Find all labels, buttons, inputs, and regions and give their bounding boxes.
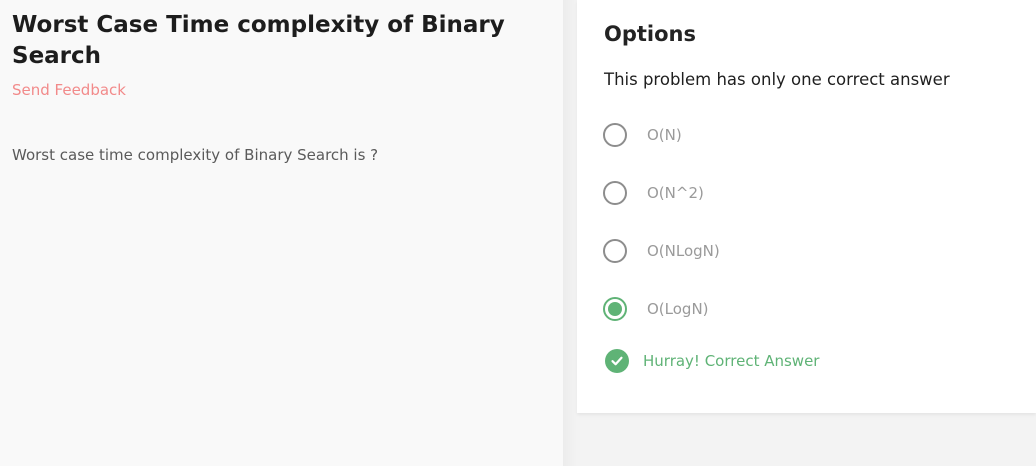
radio-checked-icon[interactable] <box>603 297 627 321</box>
option-o-n-squared[interactable]: O(N^2) <box>603 178 983 208</box>
option-o-n-log-n[interactable]: O(NLogN) <box>603 236 983 266</box>
option-o-log-n[interactable]: O(LogN) <box>603 294 983 324</box>
options-heading: Options <box>604 22 696 46</box>
question-text: Worst case time complexity of Binary Sea… <box>12 146 379 164</box>
radio-unchecked-icon[interactable] <box>603 123 627 147</box>
option-label: O(N^2) <box>647 184 704 202</box>
check-circle-icon <box>605 349 629 373</box>
result-text: Hurray! Correct Answer <box>643 352 820 370</box>
send-feedback-link[interactable]: Send Feedback <box>12 81 126 99</box>
panel-divider <box>563 0 577 466</box>
option-label: O(NLogN) <box>647 242 720 260</box>
radio-unchecked-icon[interactable] <box>603 181 627 205</box>
option-o-n[interactable]: O(N) <box>603 120 983 150</box>
radio-unchecked-icon[interactable] <box>603 239 627 263</box>
radio-dot <box>608 302 622 316</box>
problem-title: Worst Case Time complexity of Binary Sea… <box>12 12 505 69</box>
result-message: Hurray! Correct Answer <box>605 349 819 373</box>
options-subtitle: This problem has only one correct answer <box>604 70 950 89</box>
option-label: O(N) <box>647 126 682 144</box>
option-label: O(LogN) <box>647 300 709 318</box>
options-card: Options This problem has only one correc… <box>577 0 1036 413</box>
problem-panel: Worst Case Time complexity of Binary Sea… <box>0 0 563 466</box>
